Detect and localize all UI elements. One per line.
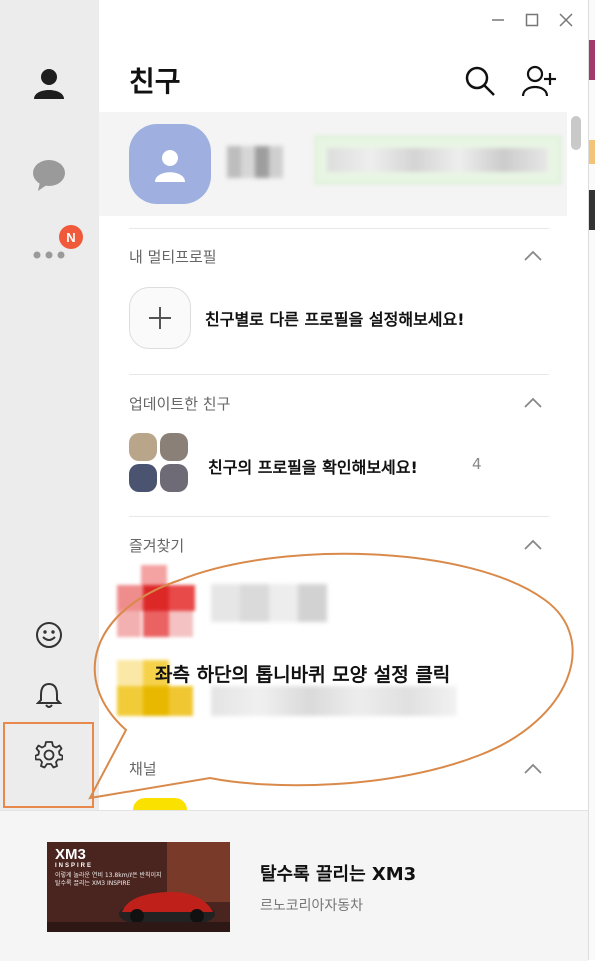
updated-friends-thumbnails[interactable] bbox=[129, 433, 189, 493]
add-friend-icon[interactable] bbox=[521, 64, 556, 98]
updated-friends-count: 4 bbox=[472, 455, 482, 473]
divider bbox=[129, 228, 549, 229]
add-multi-profile-button[interactable] bbox=[129, 287, 191, 349]
section-title-multi-profile: 내 멀티프로필 bbox=[129, 248, 217, 266]
callout-text: 좌측 하단의 톱니바퀴 모양 설정 클릭 bbox=[155, 664, 451, 686]
smile-icon[interactable] bbox=[24, 610, 74, 660]
ad-banner-area[interactable]: XM3 INSPIRE 이렇게 놀라운 연비 13.8km/ℓ은 반칙이지 탈수록 … bbox=[0, 810, 588, 961]
friends-panel: 친구 내 멀티프로필 친구별로 다른 프로필을 설정해보세요! 업데이트한 친구… bbox=[99, 0, 588, 810]
chevron-up-icon[interactable] bbox=[524, 539, 542, 551]
person-icon[interactable] bbox=[24, 58, 74, 108]
window-controls bbox=[490, 10, 574, 30]
blurred-status-message bbox=[315, 136, 561, 184]
ad-image[interactable]: XM3 INSPIRE 이렇게 놀라운 연비 13.8km/ℓ은 반칙이지 탈수록 … bbox=[47, 842, 230, 932]
bell-icon[interactable] bbox=[24, 670, 74, 720]
my-profile-row[interactable] bbox=[99, 112, 567, 216]
chevron-up-icon[interactable] bbox=[524, 250, 542, 262]
scrollbar-thumb[interactable] bbox=[571, 116, 581, 150]
blurred-favorite-status bbox=[211, 686, 457, 716]
chat-bubble-icon[interactable] bbox=[24, 150, 74, 200]
more-badge: N bbox=[59, 225, 83, 249]
divider bbox=[129, 374, 549, 375]
blurred-favorite-name bbox=[211, 584, 327, 622]
background-window-edge bbox=[588, 0, 595, 960]
left-nav-rail: N bbox=[0, 0, 99, 810]
section-title-favorites: 즐겨찾기 bbox=[129, 537, 185, 555]
section-title-channel: 채널 bbox=[129, 760, 157, 778]
blurred-profile-name bbox=[227, 146, 283, 178]
close-icon[interactable] bbox=[558, 10, 574, 30]
ad-title[interactable]: 탈수록 끌리는 XM3 bbox=[260, 860, 416, 886]
page-title: 친구 bbox=[129, 65, 181, 98]
search-icon[interactable] bbox=[463, 64, 497, 98]
multi-profile-cta[interactable]: 친구별로 다른 프로필을 설정해보세요! bbox=[205, 306, 465, 330]
channel-avatar[interactable] bbox=[133, 798, 187, 810]
section-title-updated: 업데이트한 친구 bbox=[129, 395, 231, 413]
maximize-icon[interactable] bbox=[524, 10, 540, 30]
chevron-up-icon[interactable] bbox=[524, 397, 542, 409]
ad-advertiser: 르노코리아자동차 bbox=[260, 898, 364, 914]
divider bbox=[129, 516, 549, 517]
plus-icon bbox=[149, 307, 171, 329]
blurred-favorite-avatar bbox=[117, 565, 195, 643]
avatar bbox=[129, 124, 211, 204]
chevron-up-icon[interactable] bbox=[524, 763, 542, 775]
updated-friends-cta[interactable]: 친구의 프로필을 확인해보세요! bbox=[208, 454, 418, 478]
ad-logo: XM3 INSPIRE bbox=[55, 846, 94, 869]
ad-banner-copy: 이렇게 놀라운 연비 13.8km/ℓ은 반칙이지 탈수록 끌리는 XM3 INS… bbox=[55, 872, 162, 887]
settings-highlight-box bbox=[3, 722, 94, 808]
minimize-icon[interactable] bbox=[490, 10, 506, 30]
